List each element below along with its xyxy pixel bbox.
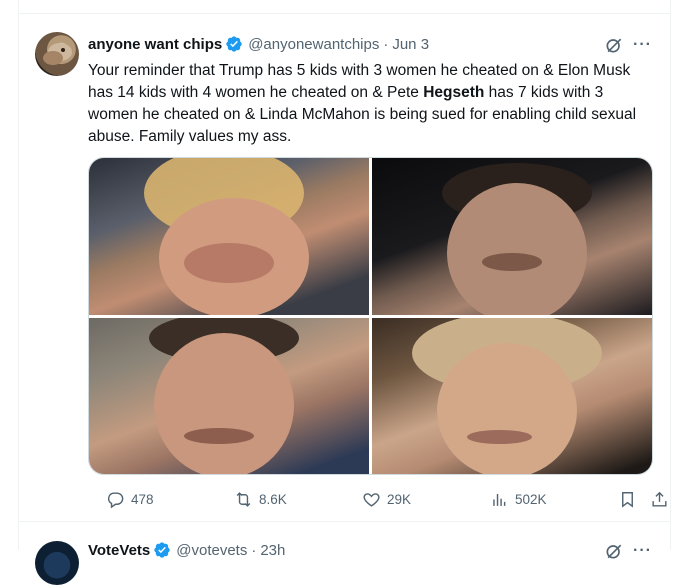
retweet-count: 8.6K: [259, 491, 287, 507]
like-count: 29K: [387, 491, 412, 507]
media-grid: [88, 157, 653, 475]
like-icon: [363, 492, 380, 507]
photo-trump[interactable]: [89, 158, 369, 315]
action-bar: 478 8.6K 29K 502K: [88, 488, 667, 510]
grok-icon[interactable]: [604, 541, 624, 561]
share-button[interactable]: [650, 490, 675, 509]
retweet-button[interactable]: 8.6K: [234, 490, 287, 509]
views-icon: [493, 493, 506, 506]
photo-hegseth[interactable]: [89, 317, 369, 474]
more-icon[interactable]: ···: [633, 541, 655, 561]
bookmark-icon: [622, 491, 633, 508]
views-count: 502K: [515, 491, 547, 507]
photo-mcmahon[interactable]: [372, 317, 652, 474]
share-icon: [652, 491, 667, 507]
reply-icon: [107, 491, 124, 508]
tweet[interactable]: VoteVets @votevets · 23h ···: [19, 523, 670, 585]
tweet-text: Your reminder that Trump has 5 kids with…: [88, 60, 648, 148]
bookmark-button[interactable]: [618, 490, 643, 509]
avatar[interactable]: [35, 32, 79, 76]
views-button[interactable]: 502K: [490, 490, 547, 509]
tweet-text-highlight: Hegseth: [423, 84, 485, 101]
retweet-icon: [236, 491, 251, 507]
tweet-header: VoteVets @votevets · 23h: [88, 541, 285, 559]
handle[interactable]: @anyonewantchips: [248, 36, 379, 53]
handle[interactable]: @votevets: [176, 542, 247, 559]
avatar[interactable]: [35, 541, 79, 585]
reply-button[interactable]: 478: [106, 490, 154, 509]
photo-musk[interactable]: [372, 158, 652, 315]
separator-dot: ·: [383, 35, 389, 53]
tweet-date[interactable]: Jun 3: [392, 36, 429, 53]
tweet-header: anyone want chips @anyonewantchips · Jun…: [88, 34, 429, 54]
reply-count: 478: [131, 491, 154, 507]
tweet-date[interactable]: 23h: [260, 542, 285, 559]
tweet[interactable]: anyone want chips @anyonewantchips · Jun…: [19, 14, 670, 522]
display-name[interactable]: anyone want chips: [88, 36, 222, 53]
verified-badge-icon: [154, 542, 170, 558]
separator-dot: ·: [251, 541, 257, 559]
verified-badge-icon: [226, 36, 242, 52]
timeline-column: anyone want chips @anyonewantchips · Jun…: [18, 0, 671, 585]
like-button[interactable]: 29K: [362, 490, 411, 509]
more-icon[interactable]: ···: [633, 35, 655, 55]
grok-icon[interactable]: [604, 35, 624, 55]
display-name[interactable]: VoteVets: [88, 542, 150, 559]
